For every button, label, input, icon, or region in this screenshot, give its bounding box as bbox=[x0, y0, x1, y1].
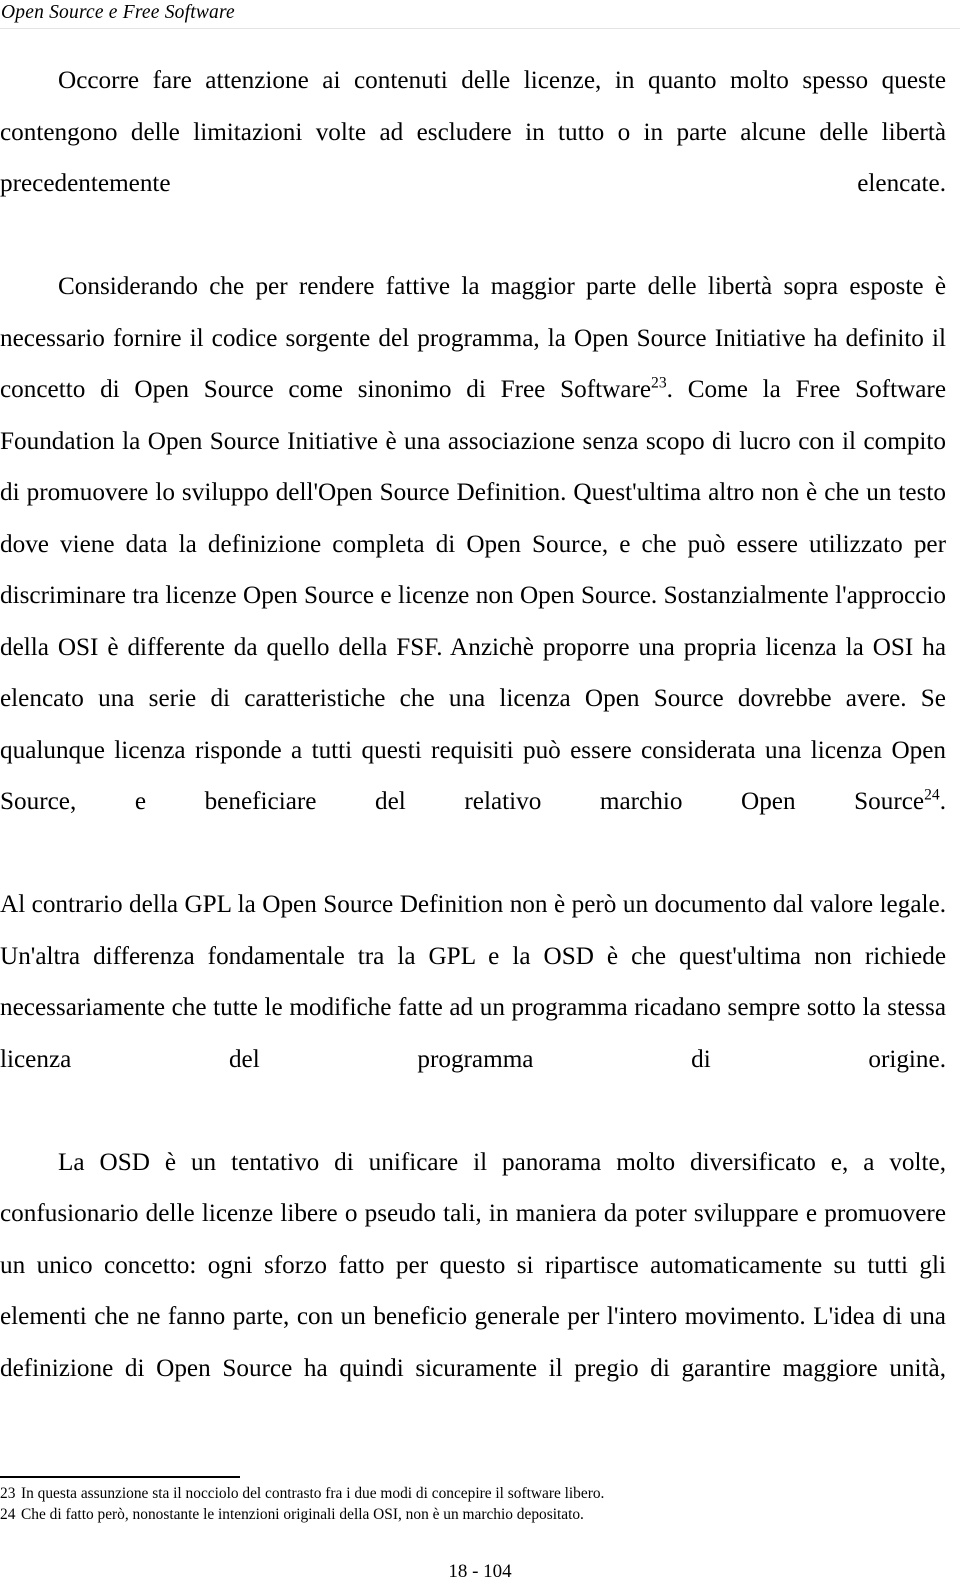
paragraph-attenzione-licenze: Occorre fare attenzione ai contenuti del… bbox=[0, 67, 946, 197]
footnote-24: 24 Che di fatto però, nonostante le inten… bbox=[0, 1505, 946, 1526]
footnote-separator bbox=[0, 1476, 240, 1478]
running-header: Open Source e Free Software bbox=[0, 0, 960, 30]
footnote-ref-23[interactable]: 23 bbox=[651, 375, 667, 392]
running-header-title: Open Source e Free Software bbox=[1, 2, 235, 23]
footnote-23: 23 In questa assunzione sta il nocciolo d… bbox=[0, 1484, 946, 1505]
paragraph-open-source-initiative: Considerando che per rendere fattive la … bbox=[0, 261, 946, 879]
paragraph-la-osd-tentativo: La OSD è un tentativo di unificare il pa… bbox=[0, 1148, 946, 1382]
paragraph-text-segment: . Come la Free Software Foundation la Op… bbox=[0, 376, 946, 815]
footnote-area: 23 In questa assunzione sta il nocciolo d… bbox=[0, 1476, 946, 1525]
paragraph-text-segment: . bbox=[939, 788, 946, 815]
page-footer: 18 - 104 bbox=[0, 1560, 960, 1584]
paragraph-al-contrario-gpl: Al contrario della GPL la Open Source De… bbox=[0, 891, 946, 1073]
footnote-ref-24[interactable]: 24 bbox=[924, 787, 940, 804]
footnote-text: In questa assunzione sta il nocciolo del… bbox=[21, 1485, 605, 1502]
document-body: Occorre fare attenzione ai contenuti del… bbox=[0, 55, 946, 1446]
footnote-text: Che di fatto però, nonostante le intenzi… bbox=[21, 1505, 584, 1523]
footnote-number: 24 bbox=[0, 1505, 16, 1523]
header-divider bbox=[0, 28, 960, 29]
footnote-number: 23 bbox=[0, 1485, 16, 1502]
document-page: Open Source e Free Software Occorre fare… bbox=[0, 0, 960, 1596]
page-number: 18 - 104 bbox=[448, 1561, 512, 1582]
